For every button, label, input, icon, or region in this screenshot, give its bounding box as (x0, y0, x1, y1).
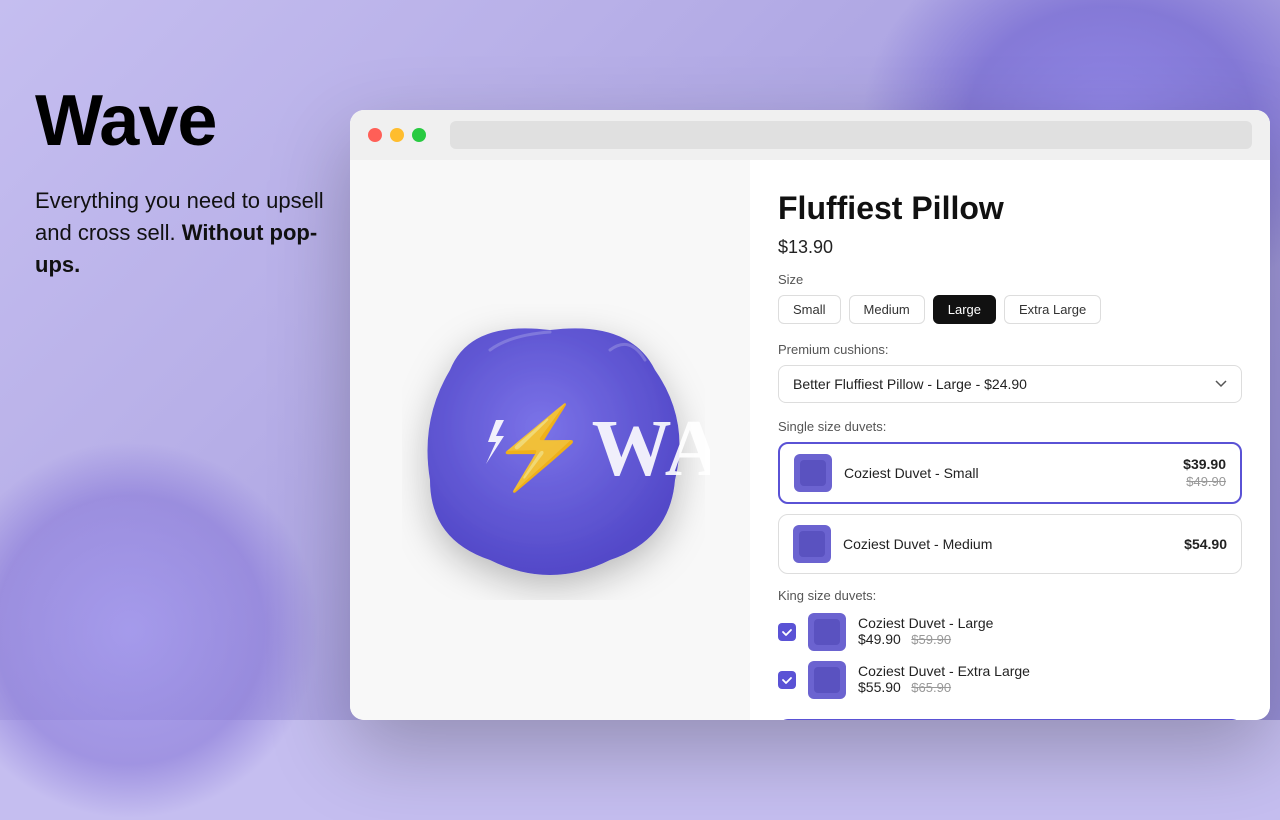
king-price-orig-xl: $65.90 (911, 680, 951, 695)
product-title: Fluffiest Pillow (778, 190, 1242, 227)
pillow-image: ⚡WAVE (390, 280, 710, 600)
app-title: Wave (35, 85, 325, 157)
duvet-item-small[interactable]: Coziest Duvet - Small $39.90 $49.90 (778, 442, 1242, 504)
duvet-thumb-inner-medium (799, 531, 825, 557)
size-options: Small Medium Large Extra Large (778, 295, 1242, 324)
duvet-price-medium: $54.90 (1184, 536, 1227, 552)
king-section-label: King size duvets: (778, 588, 1242, 603)
duvet-price-small: $39.90 (1183, 456, 1226, 472)
king-prices-xl: $55.90 $65.90 (858, 679, 1242, 697)
traffic-light-close[interactable] (368, 128, 382, 142)
browser-content: ⚡WAVE Fluffiest Pillow $13.90 Size Small… (350, 160, 1270, 720)
king-info-xl: Coziest Duvet - Extra Large $55.90 $65.9… (858, 663, 1242, 697)
product-price: $13.90 (778, 237, 1242, 258)
duvet-item-medium[interactable]: Coziest Duvet - Medium $54.90 (778, 514, 1242, 574)
traffic-lights (368, 128, 426, 142)
svg-text:⚡WAVE: ⚡WAVE (490, 402, 710, 495)
king-info-large: Coziest Duvet - Large $49.90 $59.90 (858, 615, 1242, 649)
king-thumb-large (808, 613, 846, 651)
duvet-thumb-medium (793, 525, 831, 563)
left-panel: Wave Everything you need to upsell and c… (35, 85, 325, 281)
duvet-thumb-inner (800, 460, 826, 486)
product-details: Fluffiest Pillow $13.90 Size Small Mediu… (750, 160, 1270, 720)
traffic-light-fullscreen[interactable] (412, 128, 426, 142)
size-extra-large[interactable]: Extra Large (1004, 295, 1101, 324)
duvet-price-orig-small: $49.90 (1183, 474, 1226, 489)
size-large[interactable]: Large (933, 295, 996, 324)
king-price-large: $49.90 (858, 631, 901, 647)
king-name-large: Coziest Duvet - Large (858, 615, 1242, 631)
king-item-large: Coziest Duvet - Large $49.90 $59.90 (778, 613, 1242, 651)
king-price-orig-large: $59.90 (911, 632, 951, 647)
king-price-xl: $55.90 (858, 679, 901, 695)
premium-section-label: Premium cushions: (778, 342, 1242, 357)
duvet-price-container-small: $39.90 $49.90 (1183, 456, 1226, 489)
king-duvet-list: Coziest Duvet - Large $49.90 $59.90 (778, 613, 1242, 699)
app-description: Everything you need to upsell and cross … (35, 185, 325, 281)
king-item-xl: Coziest Duvet - Extra Large $55.90 $65.9… (778, 661, 1242, 699)
king-prices-large: $49.90 $59.90 (858, 631, 1242, 649)
king-name-xl: Coziest Duvet - Extra Large (858, 663, 1242, 679)
premium-cushions-select[interactable]: Better Fluffiest Pillow - Large - $24.90 (778, 365, 1242, 403)
king-thumb-xl (808, 661, 846, 699)
duvet-name-small: Coziest Duvet - Small (844, 465, 1171, 481)
single-duvet-list: Coziest Duvet - Small $39.90 $49.90 Cozi… (778, 442, 1242, 574)
king-checkbox-xl[interactable] (778, 671, 796, 689)
duvet-name-medium: Coziest Duvet - Medium (843, 536, 1172, 552)
traffic-light-minimize[interactable] (390, 128, 404, 142)
single-section-label: Single size duvets: (778, 419, 1242, 434)
size-label: Size (778, 272, 1242, 287)
duvet-thumb-small (794, 454, 832, 492)
king-thumb-inner-xl (814, 667, 840, 693)
size-small[interactable]: Small (778, 295, 841, 324)
king-checkbox-large[interactable] (778, 623, 796, 641)
size-medium[interactable]: Medium (849, 295, 925, 324)
address-bar[interactable] (450, 121, 1252, 149)
product-image-area: ⚡WAVE (350, 160, 750, 720)
king-thumb-inner-large (814, 619, 840, 645)
browser-window: ⚡WAVE Fluffiest Pillow $13.90 Size Small… (350, 110, 1270, 720)
browser-toolbar (350, 110, 1270, 160)
